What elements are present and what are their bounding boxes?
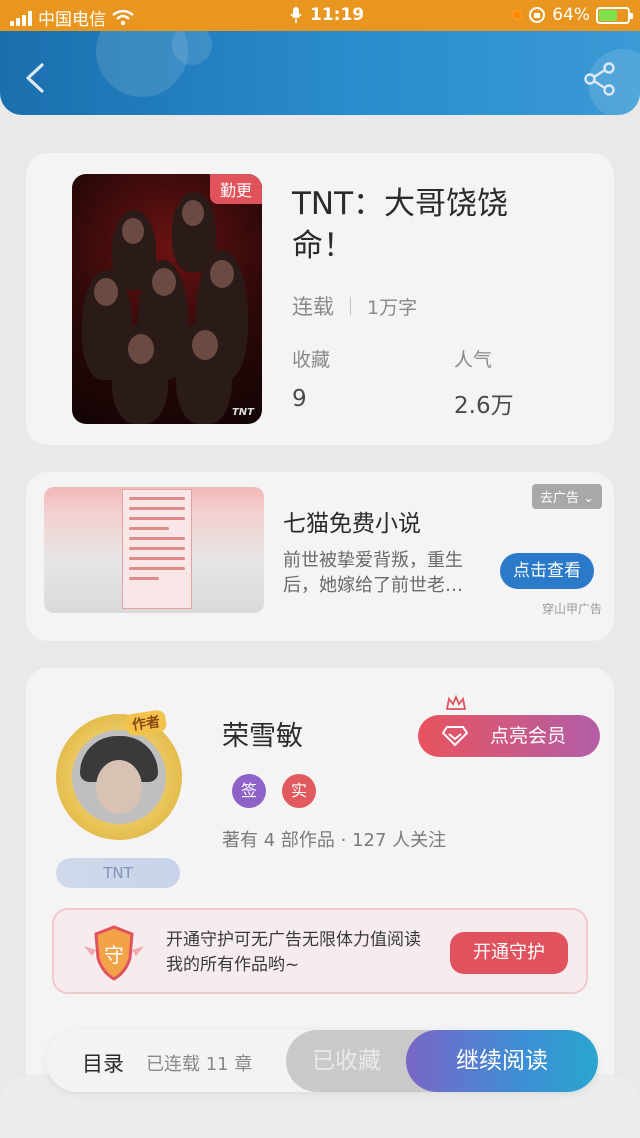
author-tag: 作者 [124,709,168,737]
wifi-icon [112,9,134,25]
meta-divider [350,297,351,315]
book-title: TNT：大哥饶饶命！ [292,186,509,264]
status-center: 11:19 [290,5,364,25]
stat-value: 2.6万 [454,393,514,419]
header-bar [0,31,640,115]
bottom-action-bar: 目录 已连载 11 章 已收藏 继续阅读 [46,1030,598,1092]
author-stats: 著有 4 部作品 · 127 人关注 [222,830,447,851]
cover-face [152,268,176,296]
verified-badge-label: 实 [290,781,307,800]
stat-value: 9 [292,386,307,412]
author-avatar[interactable]: 作者 [56,709,182,840]
status-left: 中国电信 [10,5,134,30]
signed-badge-label: 签 [240,781,257,800]
stat-favorites: 收藏 9 [292,345,330,412]
cover-face [94,278,118,306]
avatar-photo [72,730,166,824]
rotation-lock-icon [529,7,546,23]
decor-bubble [172,31,212,65]
guard-text: 开通守护可无广告无限体力值阅读我的所有作品哟~ [166,930,421,975]
ad-description: 前世被挚爱背叛，重生后，她嫁给了前世老… [283,550,463,596]
shield-icon: 守 [84,925,144,981]
shield-label: 守 [104,943,124,967]
microphone-icon [290,7,302,23]
crown-icon [445,695,467,710]
share-button[interactable] [582,61,618,97]
battery-fill [599,9,617,21]
book-info-card: 勤更 TNT TNT：大哥饶饶命！ 连载 1万字 收藏 9 人气 2.6万 [26,153,614,445]
signal-icon [10,10,32,26]
signed-badge: 签 [232,774,266,808]
guard-button[interactable]: 开通守护 [450,932,568,974]
book-cover[interactable]: 勤更 TNT [72,174,262,424]
carrier-label: 中国电信 [38,10,106,30]
remove-ad-button[interactable]: 去广告 ⌄ [531,484,602,509]
continue-reading-button[interactable]: 继续阅读 [406,1030,598,1092]
guard-promo[interactable]: 守 开通守护可无广告无限体力值阅读我的所有作品哟~ 开通守护 [52,908,588,994]
book-status: 连载 [292,295,334,319]
recording-dot-icon [512,10,523,20]
cover-face [182,200,204,226]
vip-button-label: 点亮会员 [490,725,567,747]
ad-view-button[interactable]: 点击查看 [500,553,594,589]
vip-button[interactable]: 点亮会员 [418,695,600,757]
ad-card[interactable]: 去广告 ⌄ 七猫免费小说 前世被挚爱背叛，重生后，她嫁给了前世老… 点击查看 穿… [26,472,614,641]
battery-icon [596,6,633,24]
status-right: 64% [512,5,633,25]
ad-title: 七猫免费小说 [283,511,421,537]
stat-label: 人气 [454,349,493,371]
diamond-icon [442,726,468,747]
clock: 11:19 [310,5,365,25]
cover-face [122,218,144,244]
cover-face [128,334,154,364]
remove-ad-label: 去广告 [539,491,579,506]
back-button[interactable] [22,61,48,95]
ad-source: 穿山甲广告 [541,602,602,616]
battery-percent: 64% [552,5,590,25]
update-badge: 勤更 [209,174,262,204]
word-count: 1万字 [367,296,418,319]
cover-face [192,330,218,360]
toc-button[interactable]: 目录 [82,1048,124,1078]
stat-popularity: 人气 2.6万 [454,345,514,420]
fan-tag[interactable]: TNT [56,858,180,888]
author-name: 荣雪敏 [222,721,303,752]
stat-label: 收藏 [292,349,331,371]
chapter-count: 已连载 11 章 [146,1054,253,1075]
ad-image[interactable] [44,487,264,613]
avatar-face [96,760,142,814]
cover-face [210,260,234,288]
cover-logo: TNT [231,407,254,418]
verified-badge: 实 [282,774,316,808]
book-meta: 连载 1万字 [292,291,417,321]
ad-image-paper [122,489,192,609]
status-bar: 中国电信 11:19 64% [0,0,640,31]
